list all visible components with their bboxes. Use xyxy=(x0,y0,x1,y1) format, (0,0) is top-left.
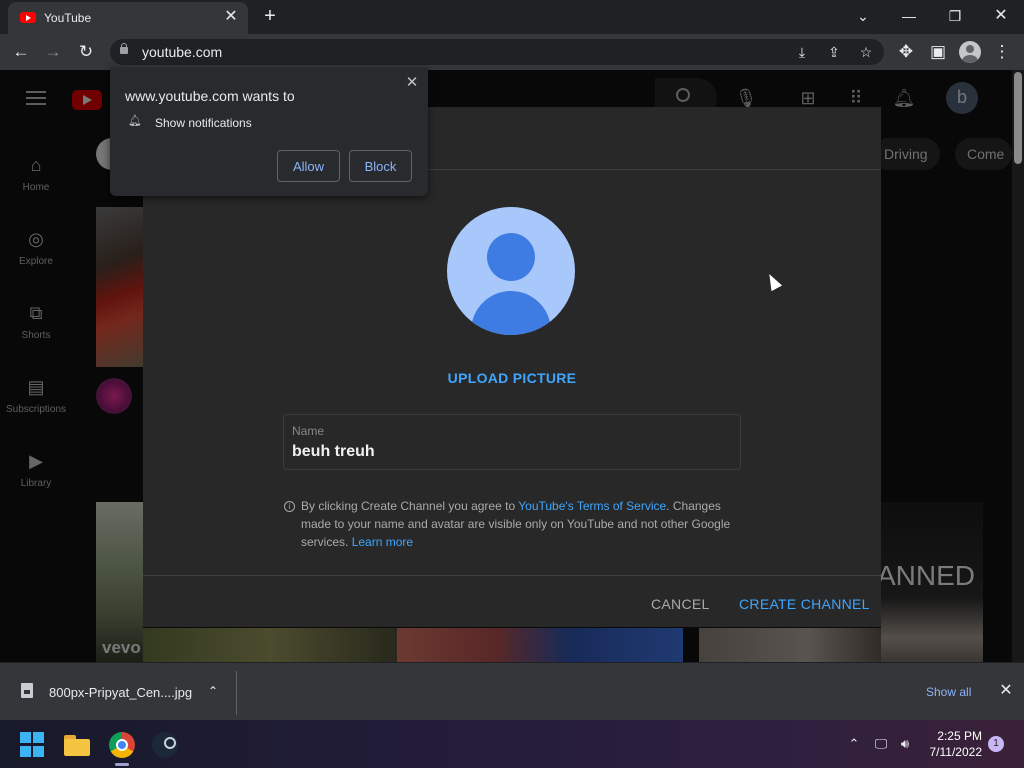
network-icon[interactable]: 🖵 xyxy=(871,734,891,754)
terms-prefix-text: By clicking Create Channel you agree to xyxy=(301,499,519,513)
steam-icon[interactable] xyxy=(152,732,178,758)
active-app-indicator xyxy=(115,763,129,766)
chrome-menu-icon[interactable]: ⋮ xyxy=(991,41,1013,63)
tab-search-chevron-icon[interactable]: ⌄ xyxy=(852,5,874,27)
profile-avatar-icon[interactable] xyxy=(959,41,981,63)
info-icon: i xyxy=(284,501,295,512)
bookmark-star-icon[interactable]: ☆ xyxy=(856,42,876,62)
chevron-up-icon[interactable]: ⌃ xyxy=(844,734,864,754)
terms-of-service-link[interactable]: YouTube's Terms of Service xyxy=(518,499,666,513)
file-icon xyxy=(21,683,33,698)
allow-button[interactable]: Allow xyxy=(277,150,340,182)
chevron-up-icon[interactable]: ⌃ xyxy=(204,682,222,700)
forward-arrow-icon[interactable]: → xyxy=(42,41,64,63)
show-all-link[interactable]: Show all xyxy=(926,685,971,699)
address-bar[interactable]: youtube.com ⤓ ⇪ ☆ xyxy=(110,39,884,65)
reload-icon[interactable]: ↻ xyxy=(75,41,97,63)
close-icon[interactable]: ✕ xyxy=(997,682,1015,700)
learn-more-link[interactable]: Learn more xyxy=(352,535,413,549)
name-input[interactable] xyxy=(292,443,732,461)
tab-close-icon[interactable]: ✕ xyxy=(222,8,240,26)
browser-toolbar: ← → ↻ youtube.com ⤓ ⇪ ☆ ✥ ▣ ⋮ xyxy=(0,34,1024,70)
create-channel-button[interactable]: CREATE CHANNEL xyxy=(731,589,878,619)
dialog-divider xyxy=(143,575,881,576)
back-arrow-icon[interactable]: ← xyxy=(10,41,32,63)
tab-title: YouTube xyxy=(44,11,92,25)
bell-icon: 🔔︎ xyxy=(128,115,142,127)
share-icon[interactable]: ⇪ xyxy=(824,42,844,62)
new-tab-button[interactable]: + xyxy=(259,5,281,27)
download-separator xyxy=(236,671,237,715)
close-window-button[interactable]: ✕ xyxy=(990,5,1012,27)
terms-notice: By clicking Create Channel you agree to … xyxy=(301,497,741,551)
download-bar: 800px-Pripyat_Cen....jpg ⌃ Show all ✕ xyxy=(0,662,1024,720)
extensions-puzzle-icon[interactable]: ✥ xyxy=(895,41,917,63)
side-panel-icon[interactable]: ▣ xyxy=(927,41,949,63)
file-explorer-icon[interactable] xyxy=(64,732,90,758)
notification-count-badge[interactable]: 1 xyxy=(988,736,1004,752)
clock-time[interactable]: 2:25 PM xyxy=(936,729,982,743)
chrome-icon[interactable] xyxy=(109,732,135,758)
permission-prompt-title: www.youtube.com wants to xyxy=(125,88,295,104)
upload-picture-button[interactable]: UPLOAD PICTURE xyxy=(143,370,881,386)
scrollbar-thumb[interactable] xyxy=(1014,72,1022,164)
browser-tab-bar: YouTube ✕ + ⌄ — ❐ ✕ xyxy=(0,0,1024,34)
download-file-name[interactable]: 800px-Pripyat_Cen....jpg xyxy=(49,685,192,700)
block-button[interactable]: Block xyxy=(349,150,412,182)
permission-description: Show notifications xyxy=(155,116,252,130)
close-icon[interactable]: ✕ xyxy=(403,74,421,92)
minimize-window-button[interactable]: — xyxy=(898,5,920,27)
clock-date[interactable]: 7/11/2022 xyxy=(922,745,983,759)
browser-tab-youtube[interactable]: YouTube ✕ xyxy=(8,2,248,34)
lock-icon[interactable] xyxy=(120,43,128,54)
url-text[interactable]: youtube.com xyxy=(142,44,222,60)
cancel-button[interactable]: CANCEL xyxy=(643,589,718,619)
avatar-head-shape xyxy=(487,233,535,281)
name-field[interactable]: Name xyxy=(283,414,741,470)
restore-window-button[interactable]: ❐ xyxy=(944,5,966,27)
page-scrollbar[interactable] xyxy=(1012,70,1024,662)
volume-icon[interactable]: 🔊︎ xyxy=(895,734,915,754)
install-app-icon[interactable]: ⤓ xyxy=(792,42,812,62)
youtube-favicon-icon xyxy=(20,12,36,23)
notification-permission-prompt: www.youtube.com wants to ✕ 🔔︎ Show notif… xyxy=(110,68,428,196)
windows-start-icon[interactable] xyxy=(20,732,46,758)
default-avatar-icon[interactable] xyxy=(447,207,575,335)
windows-taskbar: ⌃ 🖵 🔊︎ 2:25 PM 7/11/2022 1 xyxy=(0,720,1024,768)
avatar-body-shape xyxy=(471,291,551,335)
name-field-label: Name xyxy=(292,424,325,438)
